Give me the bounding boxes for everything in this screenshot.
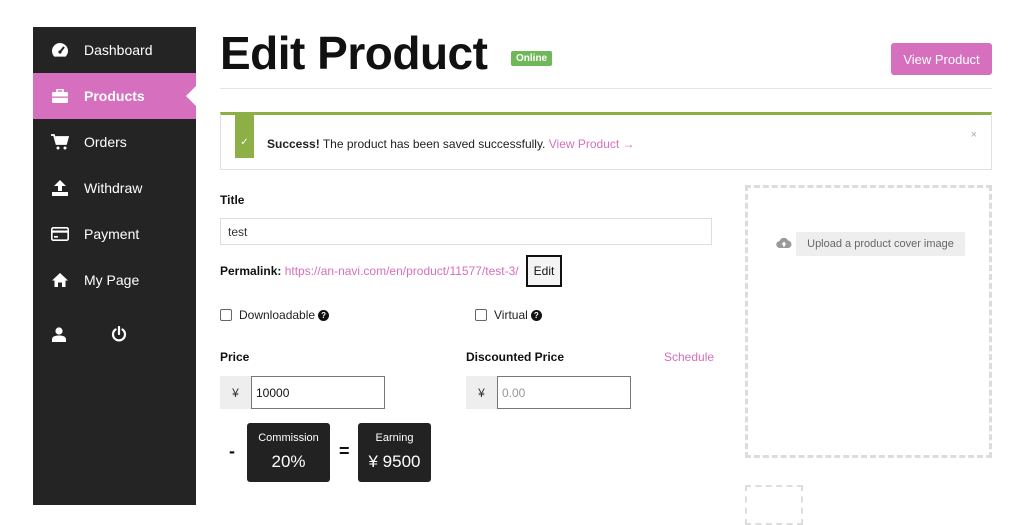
price-input[interactable]: 10000	[251, 376, 385, 409]
success-alert: ✓ Success! The product has been saved su…	[220, 112, 992, 170]
upload-cover-image-button[interactable]: Upload a product cover image	[796, 232, 965, 256]
discounted-price-field: ¥ 0.00	[466, 376, 631, 409]
earning-value: ¥ 9500	[368, 452, 421, 471]
sidebar-item-withdraw[interactable]: Withdraw	[33, 165, 196, 211]
commission-value: 20%	[271, 452, 306, 471]
minus-sign: -	[229, 441, 235, 461]
help-icon[interactable]: ?	[530, 309, 542, 321]
permalink-label: Permalink:	[220, 264, 282, 278]
user-icon[interactable]	[52, 326, 66, 342]
permalink: Permalink: https://an-navi.com/en/produc…	[220, 264, 519, 278]
gallery-image-slot[interactable]	[745, 485, 803, 525]
sidebar: Dashboard Products Orders Withdraw Payme…	[33, 27, 196, 505]
permalink-url[interactable]: https://an-navi.com/en/product/11577/tes…	[285, 264, 519, 278]
sidebar-item-payment[interactable]: Payment	[33, 211, 196, 257]
power-icon[interactable]	[111, 326, 127, 342]
cloud-upload-icon	[776, 236, 792, 254]
schedule-link[interactable]: Schedule	[664, 350, 714, 364]
upload-icon	[49, 180, 71, 196]
edit-permalink-button[interactable]: Edit	[526, 255, 562, 287]
cart-icon	[49, 134, 71, 150]
downloadable-label: Downloadable	[239, 308, 316, 322]
sidebar-item-label: Products	[84, 88, 145, 104]
status-badge: Online	[511, 51, 553, 66]
sidebar-item-label: Orders	[84, 134, 127, 150]
divider	[220, 88, 992, 89]
check-icon: ✓	[235, 112, 254, 158]
price-field: ¥ 10000	[220, 376, 385, 409]
virtual-checkbox[interactable]	[475, 309, 487, 321]
alert-text: The product has been saved successfully.	[319, 137, 549, 151]
sidebar-item-products[interactable]: Products	[33, 73, 196, 119]
sidebar-item-dashboard[interactable]: Dashboard	[33, 27, 196, 73]
help-icon[interactable]: ?	[318, 309, 330, 321]
page-title: Edit Product	[220, 27, 488, 79]
discounted-price-label: Discounted Price	[466, 350, 565, 364]
sidebar-bottom-actions	[33, 314, 196, 354]
virtual-label: Virtual	[494, 308, 528, 322]
price-label: Price	[220, 350, 250, 364]
alert-strong: Success!	[267, 137, 320, 151]
sidebar-item-label: My Page	[84, 272, 140, 288]
title-label: Title	[220, 193, 245, 207]
dashboard-icon	[49, 42, 71, 58]
credit-card-icon	[49, 227, 71, 241]
close-icon[interactable]: ×	[971, 129, 977, 141]
currency-symbol: ¥	[220, 376, 251, 409]
cover-image-upload-area[interactable]: Upload a product cover image	[745, 185, 992, 458]
sidebar-item-label: Dashboard	[84, 42, 153, 58]
currency-symbol: ¥	[466, 376, 497, 409]
view-product-button[interactable]: View Product	[891, 43, 992, 75]
alert-message: Success! The product has been saved succ…	[267, 137, 635, 151]
commission-label: Commission	[258, 432, 319, 444]
downloadable-option: Downloadable ?	[220, 308, 330, 322]
earning-label: Earning	[375, 432, 414, 444]
sidebar-item-label: Withdraw	[84, 180, 143, 196]
sidebar-item-orders[interactable]: Orders	[33, 119, 196, 165]
commission-box: Commission 20%	[247, 423, 330, 482]
home-icon	[49, 272, 71, 288]
alert-view-product-link[interactable]: View Product →	[549, 137, 635, 151]
sidebar-item-label: Payment	[84, 226, 140, 242]
virtual-option: Virtual ?	[475, 308, 542, 322]
briefcase-icon	[49, 89, 71, 103]
sidebar-item-my-page[interactable]: My Page	[33, 257, 196, 303]
equals-sign: =	[339, 441, 350, 461]
discounted-price-input[interactable]: 0.00	[497, 376, 631, 409]
downloadable-checkbox[interactable]	[220, 309, 232, 321]
title-input[interactable]	[220, 218, 712, 245]
earning-box: Earning ¥ 9500	[358, 423, 431, 482]
